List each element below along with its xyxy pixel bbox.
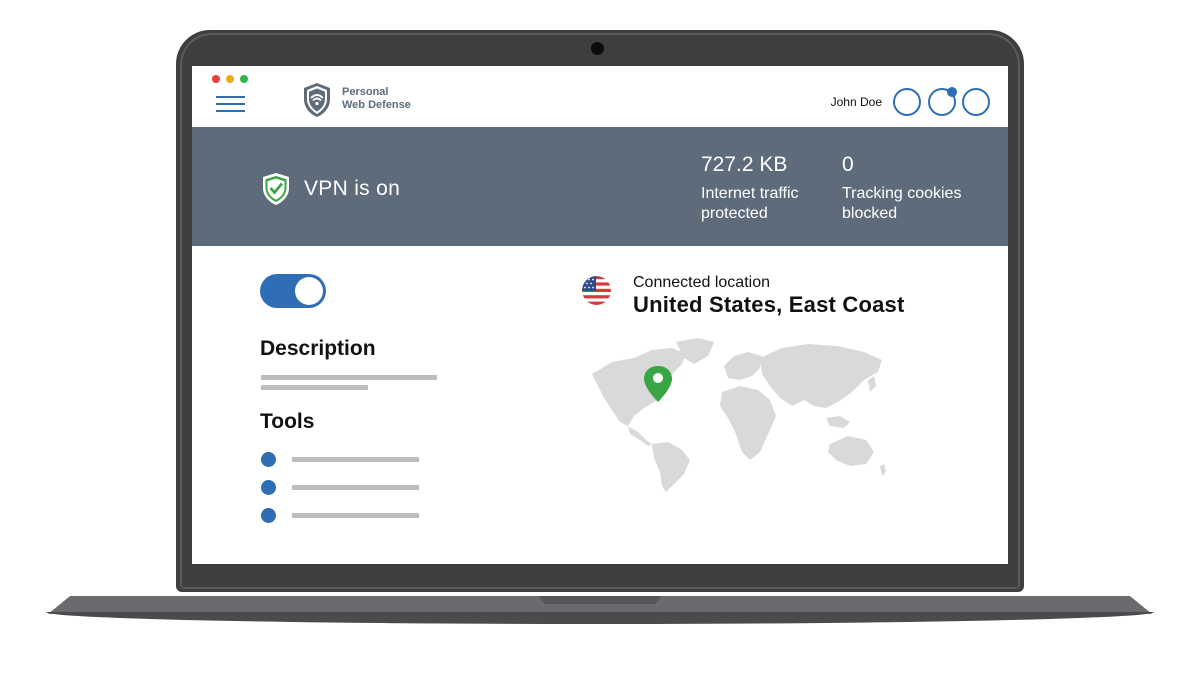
description-line-2 (261, 385, 368, 390)
tool-item-1-dot[interactable] (261, 452, 276, 467)
cookies-label: Tracking cookies blocked (842, 184, 961, 224)
window-controls (212, 75, 248, 83)
connected-location-label: Connected location (633, 274, 770, 291)
laptop-notch (540, 596, 660, 604)
shield-wifi-logo (304, 83, 330, 117)
us-flag-icon (582, 276, 611, 305)
maximize-dot[interactable] (240, 75, 248, 83)
description-line-1 (261, 375, 437, 380)
cookies-label-line-2: blocked (842, 205, 898, 222)
app-screen: Personal Web Defense John Doe VPN is on … (192, 66, 1008, 564)
world-map (592, 338, 886, 492)
tool-item-3-line (292, 513, 419, 518)
brand-line-1: Personal (342, 86, 389, 98)
tool-item-1-line (292, 457, 419, 462)
laptop-base-underside (46, 612, 1154, 624)
cookies-label-line-1: Tracking cookies (842, 185, 962, 202)
status-banner: VPN is on 727.2 KB Internet traffic prot… (192, 127, 1008, 246)
brand-line-2: Web Defense (342, 99, 411, 111)
user-name[interactable]: John Doe (831, 95, 882, 109)
notifications-button[interactable] (928, 87, 957, 116)
header-button-3[interactable] (962, 88, 990, 116)
toggle-knob (295, 277, 323, 305)
minimize-dot[interactable] (226, 75, 234, 83)
brand-name: Personal Web Defense (342, 86, 411, 112)
tools-heading: Tools (260, 410, 315, 433)
traffic-label-line-2: protected (701, 205, 768, 222)
traffic-label-line-1: Internet traffic (701, 185, 799, 202)
traffic-value: 727.2 KB (701, 153, 788, 176)
header-button-1[interactable] (893, 88, 921, 116)
notification-badge (947, 87, 957, 97)
tool-item-2-dot[interactable] (261, 480, 276, 495)
hamburger-menu-icon[interactable] (216, 96, 245, 112)
cookies-value: 0 (842, 153, 854, 176)
description-heading: Description (260, 337, 376, 360)
tool-item-2-line (292, 485, 419, 490)
vpn-status-text: VPN is on (304, 177, 401, 200)
vpn-toggle[interactable] (260, 274, 326, 308)
traffic-label: Internet traffic protected (701, 184, 799, 224)
close-dot[interactable] (212, 75, 220, 83)
tool-item-3-dot[interactable] (261, 508, 276, 523)
connected-location-value: United States, East Coast (633, 292, 905, 317)
webcam (591, 42, 604, 55)
shield-check-icon (263, 173, 289, 205)
